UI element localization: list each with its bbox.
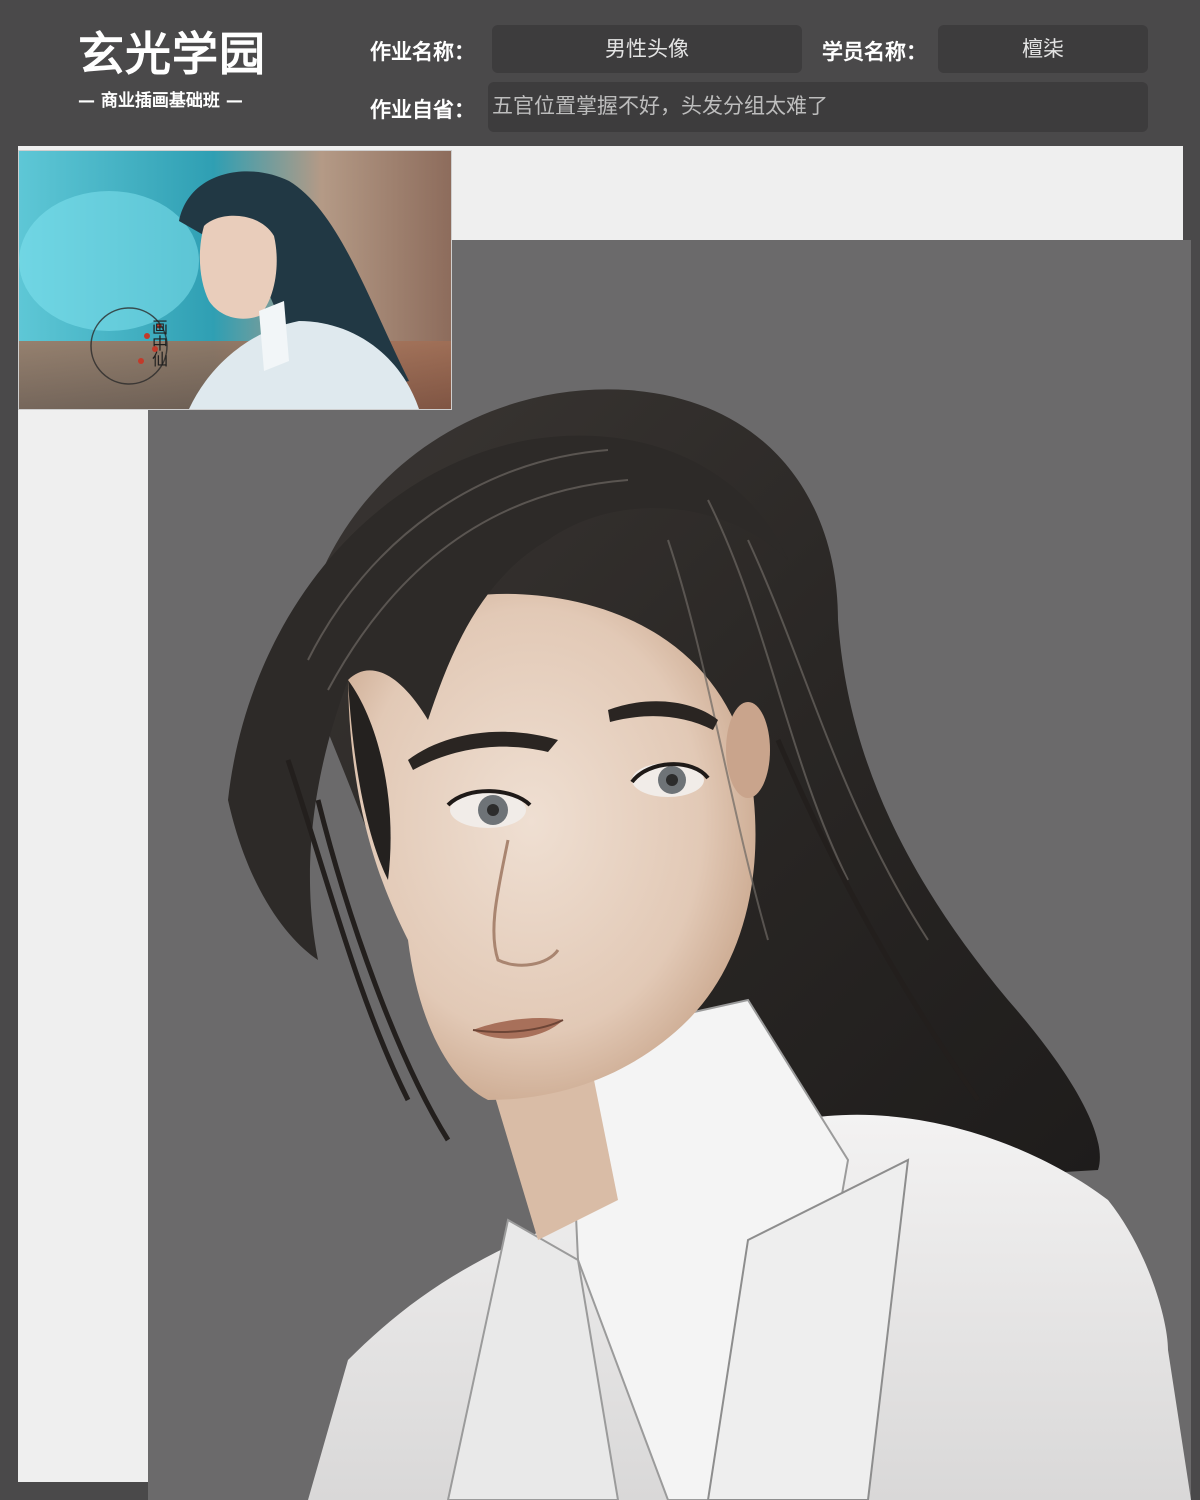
artwork-painting (148, 240, 1191, 1500)
student-name-label: 学员名称： (822, 40, 927, 64)
assignment-name-label: 作业名称： (370, 40, 475, 64)
reference-illustration (19, 151, 451, 409)
seal-text: 画中仙 (149, 319, 168, 367)
student-name-field: 檀柒 (938, 25, 1148, 73)
portrait-illustration (228, 389, 1191, 1500)
reference-photo: 画中仙 (18, 150, 452, 410)
logo-title: 玄光学园 (78, 27, 266, 81)
assignment-name-field: 男性头像 (492, 25, 802, 73)
logo: 玄光学园 — 商业插画基础班 — (78, 26, 288, 111)
logo-subtitle: — 商业插画基础班 — (78, 91, 243, 111)
reflection-field: 五官位置掌握不好，头发分组太难了 (488, 82, 1148, 132)
reflection-label: 作业自省： (370, 98, 475, 122)
